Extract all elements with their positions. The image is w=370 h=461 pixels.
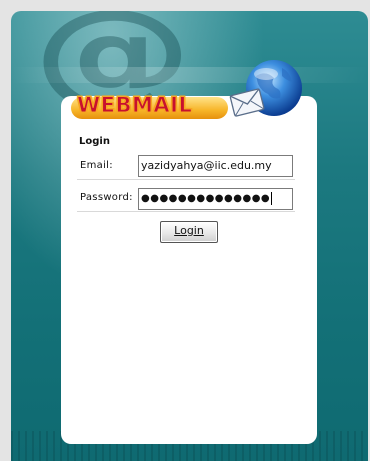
globe-envelope-icon: [229, 60, 302, 117]
password-field[interactable]: ●●●●●●●●●●●●●●: [138, 188, 293, 210]
email-row: Email: yazidyahya@iic.edu.my: [77, 155, 295, 180]
webmail-logo: WEBMAIL: [76, 93, 193, 118]
login-heading: Login: [79, 136, 110, 147]
password-label: Password:: [80, 192, 133, 203]
login-card: [61, 96, 317, 444]
email-label: Email:: [80, 160, 113, 171]
light-streak-decoration: [11, 67, 368, 83]
text-caret: [271, 191, 273, 205]
password-mask: ●●●●●●●●●●●●●●: [141, 193, 271, 204]
login-button[interactable]: Login: [160, 221, 218, 243]
password-row: Password: ●●●●●●●●●●●●●●: [77, 187, 295, 212]
email-field[interactable]: yazidyahya@iic.edu.my: [138, 155, 293, 177]
